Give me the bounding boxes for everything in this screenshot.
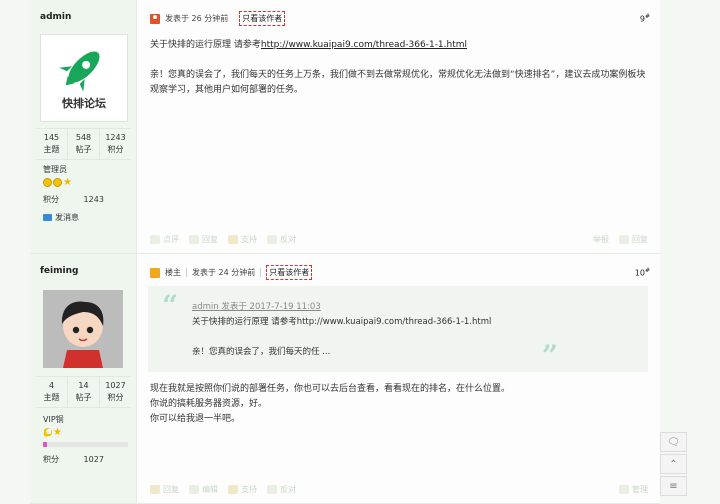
thumbs-up-icon — [228, 484, 238, 494]
post-actions: 点评 回复 支持 反对 举报 回复 — [150, 233, 648, 245]
user-group[interactable]: VIP铜 — [43, 414, 64, 425]
thumbs-down-icon — [267, 234, 277, 244]
author-avatar[interactable]: 快排论坛 — [40, 34, 128, 122]
stat-points[interactable]: 1243 积分 — [100, 129, 131, 159]
divider — [186, 268, 187, 277]
reply-line: 你可以给我退一半吧。 — [150, 414, 241, 424]
author-stats: 145 主题 548 帖子 1243 积分 — [36, 128, 131, 160]
post-content: 现在我就是按照你们说的部署任务，你也可以去后台查看，看看现在的排名，在什么位置。… — [150, 382, 648, 427]
post-body: 亲！您真的误会了，我们每天的任务上万条，我们做不到去做常规优化，常规优化无法做到… — [150, 70, 646, 95]
post-main: 发表于 26 分钟前 只看该作者 9# 关于快排的运行原理 请参考http://… — [148, 0, 660, 253]
sun-medal-icon — [53, 178, 62, 187]
author-sidebar: feiming 4 主题 14 帖子 1027 积分 VIP铜 ★ 积分 102… — [30, 254, 137, 503]
post-main: 楼主 发表于 24 分钟前 只看该作者 10# “ admin 发表于 2017… — [148, 254, 660, 503]
list-view-button[interactable]: ≡ — [660, 476, 687, 496]
comment-icon: 🗨 — [667, 436, 680, 448]
points-row: 积分 1027 — [43, 455, 104, 464]
quick-reply-button[interactable]: 🗨 — [660, 432, 687, 452]
logo-text: 快排论坛 — [62, 97, 106, 110]
thumbs-up-icon — [228, 234, 238, 244]
reply-quote-button[interactable]: 回复 — [619, 234, 648, 245]
stat-points[interactable]: 1027 积分 — [100, 377, 131, 407]
stat-threads[interactable]: 4 主题 — [36, 377, 68, 407]
stat-threads[interactable]: 145 主题 — [36, 129, 68, 159]
reply-button[interactable]: 回复 — [150, 484, 179, 495]
author-name[interactable]: admin — [40, 12, 71, 22]
top-icon: ⌃ — [669, 458, 678, 470]
online-user-icon — [150, 13, 160, 24]
post-9: admin 快排论坛 145 主题 548 帖子 1243 积分 管理员 ★ 积… — [30, 0, 660, 254]
sun-medal-icon — [43, 178, 52, 187]
reply-line: 你说的搞耗服务器资源，好。 — [150, 399, 268, 409]
star-icon: ★ — [53, 427, 62, 438]
reply-line: 现在我就是按照你们说的部署任务，你也可以去后台查看，看看现在的排名，在什么位置。 — [150, 384, 511, 394]
post-meta: 楼主 发表于 24 分钟前 只看该作者 — [150, 265, 313, 280]
only-author-link[interactable]: 只看该作者 — [266, 265, 313, 280]
level-progress-fill — [43, 442, 48, 447]
envelope-icon — [43, 214, 52, 221]
host-icon — [150, 267, 160, 278]
moon-medal-icon — [43, 428, 52, 437]
pencil-icon — [189, 484, 199, 494]
reply-icon — [619, 234, 629, 244]
post-time: 发表于 24 分钟前 — [192, 268, 256, 277]
support-button[interactable]: 支持 — [228, 484, 257, 495]
support-button[interactable]: 支持 — [228, 234, 257, 245]
send-message-link[interactable]: 发消息 — [43, 212, 79, 223]
post-meta: 发表于 26 分钟前 只看该作者 — [150, 11, 286, 26]
author-avatar[interactable] — [43, 290, 123, 368]
manage-button[interactable]: 管理 — [619, 484, 648, 495]
post-time: 发表于 26 分钟前 — [165, 14, 229, 23]
points-row: 积分 1243 — [43, 195, 104, 204]
report-button[interactable]: 举报 — [593, 234, 609, 245]
post-10: feiming 4 主题 14 帖子 1027 积分 VIP铜 ★ 积分 102… — [30, 254, 660, 504]
reply-icon — [150, 484, 160, 494]
only-author-link[interactable]: 只看该作者 — [239, 11, 286, 26]
medals: ★ — [43, 177, 72, 188]
author-sidebar: admin 快排论坛 145 主题 548 帖子 1243 积分 管理员 ★ 积… — [30, 0, 137, 253]
divider — [260, 268, 262, 277]
floating-toolbar: 🗨 ⌃ ≡ — [660, 432, 687, 498]
host-label: 楼主 — [165, 268, 181, 277]
quote-line: 亲！您真的误会了，我们每天的任 ... — [192, 347, 331, 357]
reference-link[interactable]: http://www.kuaipai9.com/thread-366-1-1.h… — [261, 40, 467, 50]
stat-posts[interactable]: 14 帖子 — [68, 377, 100, 407]
oppose-button[interactable]: 反对 — [267, 484, 296, 495]
list-icon: ≡ — [669, 480, 678, 492]
medals: ★ — [43, 427, 62, 438]
reply-button[interactable]: 回复 — [189, 234, 218, 245]
thumbs-down-icon — [267, 484, 277, 494]
floor-number[interactable]: 10# — [635, 267, 650, 278]
oppose-button[interactable]: 反对 — [267, 234, 296, 245]
quote-line: 关于快排的运行原理 请参考http://www.kuaipai9.com/thr… — [192, 317, 492, 327]
gear-icon — [619, 484, 629, 494]
cartoon-avatar-icon — [43, 290, 123, 368]
close-quote-icon: ” — [541, 339, 558, 372]
stat-posts[interactable]: 548 帖子 — [68, 129, 100, 159]
open-quote-icon: “ — [162, 289, 179, 322]
post-actions: 回复 编辑 支持 反对 管理 — [150, 483, 648, 495]
comment-icon — [150, 234, 160, 244]
edit-button[interactable]: 编辑 — [189, 484, 218, 495]
forum-page: admin 快排论坛 145 主题 548 帖子 1243 积分 管理员 ★ 积… — [0, 0, 720, 504]
post-content: 关于快排的运行原理 请参考http://www.kuaipai9.com/thr… — [150, 38, 648, 98]
back-to-top-button[interactable]: ⌃ — [660, 454, 687, 474]
floor-number[interactable]: 9# — [640, 13, 650, 24]
star-icon: ★ — [63, 177, 72, 188]
user-group[interactable]: 管理员 — [43, 164, 67, 175]
author-name[interactable]: feiming — [40, 266, 78, 276]
comment-button[interactable]: 点评 — [150, 234, 179, 245]
quote-block: “ admin 发表于 2017-7-19 11:03 关于快排的运行原理 请参… — [148, 286, 648, 372]
reply-icon — [189, 234, 199, 244]
quote-source[interactable]: admin 发表于 2017-7-19 11:03 — [192, 300, 321, 312]
level-progress-bar — [43, 442, 128, 447]
author-stats: 4 主题 14 帖子 1027 积分 — [36, 376, 131, 408]
